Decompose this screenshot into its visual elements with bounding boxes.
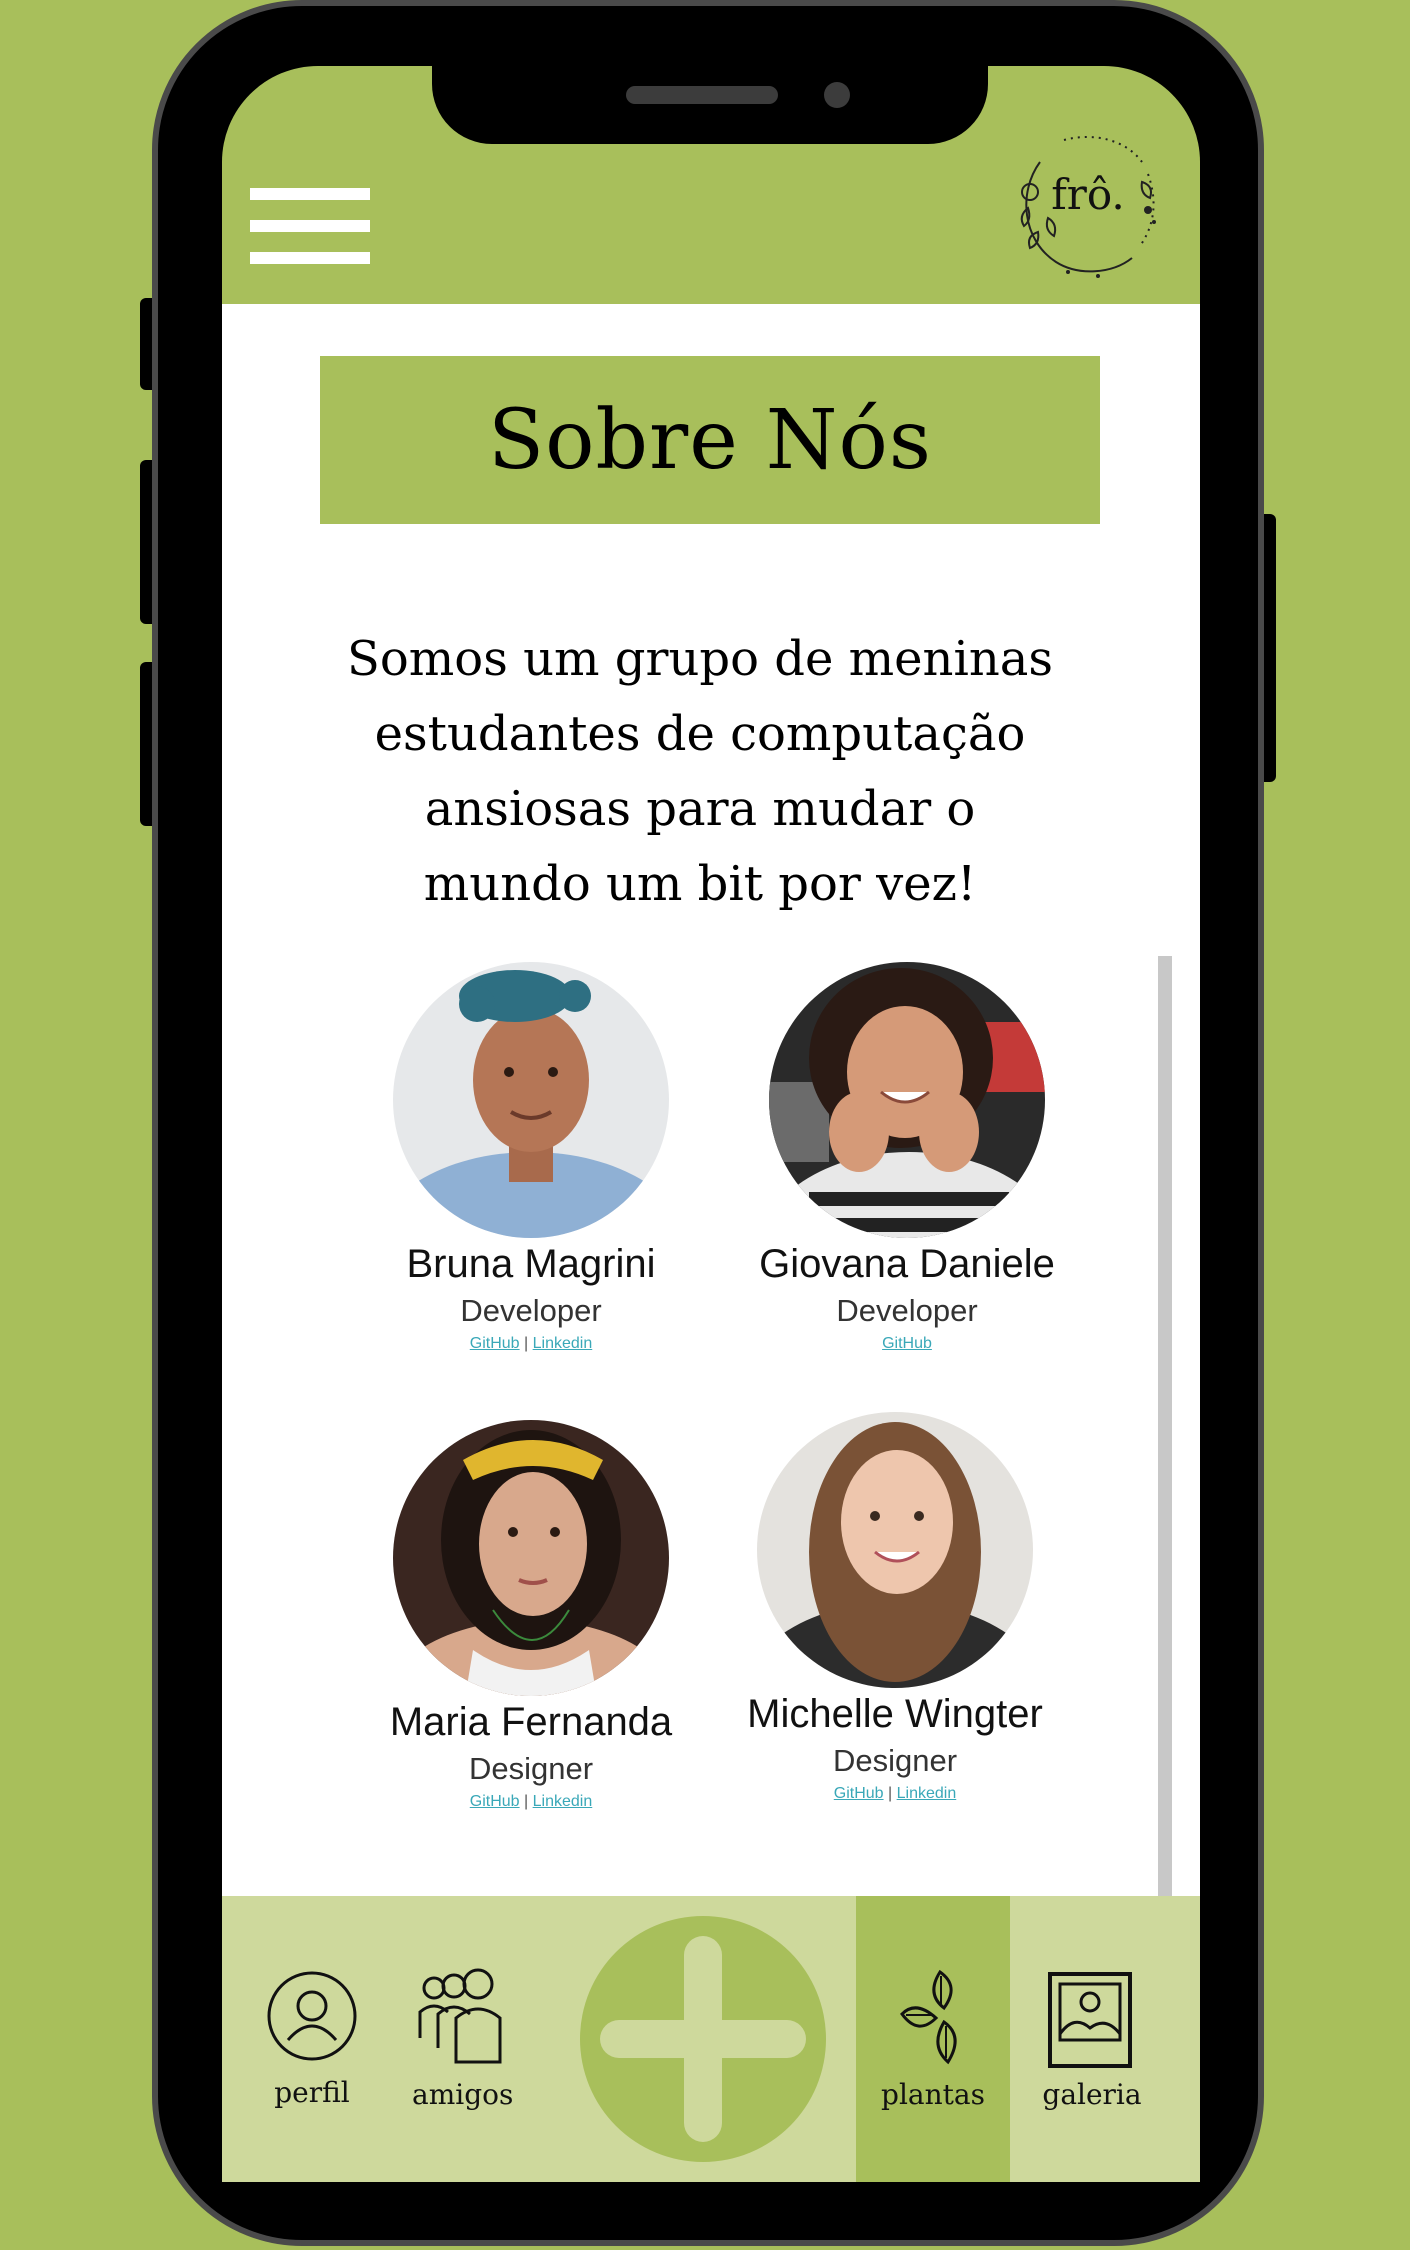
avatar bbox=[757, 1412, 1033, 1688]
linkedin-link[interactable]: Linkedin bbox=[533, 1793, 593, 1810]
member-role: Developer bbox=[836, 1293, 978, 1328]
intro-line: ansiosas para mudar o bbox=[424, 781, 976, 837]
link-separator: | bbox=[524, 1793, 529, 1810]
scrollbar[interactable] bbox=[1158, 956, 1172, 1920]
speaker-grille bbox=[626, 86, 778, 104]
phone-notch bbox=[432, 60, 988, 144]
member-name: Giovana Daniele bbox=[759, 1242, 1055, 1286]
member-links: GitHub | Linkedin bbox=[730, 1785, 1060, 1803]
member-name: Maria Fernanda bbox=[389, 1700, 673, 1744]
avatar bbox=[393, 962, 669, 1238]
tab-galeria[interactable]: galeria bbox=[1010, 1896, 1174, 2182]
member-role: Designer bbox=[468, 1751, 594, 1786]
fro-logo: frô. bbox=[1008, 122, 1168, 282]
member-name: Bruna Magrini bbox=[406, 1242, 656, 1286]
link-separator: | bbox=[524, 1335, 529, 1352]
tab-label: plantas bbox=[881, 2078, 985, 2111]
intro-line: Somos um grupo de meninas bbox=[347, 631, 1053, 687]
member-card: Bruna Magrini Developer GitHub | Linkedi… bbox=[366, 962, 696, 1353]
tab-plantas[interactable]: plantas bbox=[856, 1896, 1010, 2182]
bottom-tab-bar: perfil amigos plantas galeria bbox=[222, 1896, 1200, 2182]
user-profile-icon bbox=[267, 1971, 357, 2061]
avatar bbox=[393, 1420, 669, 1696]
app-screen: frô. Sobre Nós Somos um grupo de meninas… bbox=[222, 66, 1200, 2182]
linkedin-link[interactable]: Linkedin bbox=[533, 1335, 593, 1352]
intro-text: Somos um grupo de meninas estudantes de … bbox=[282, 622, 1118, 922]
friends-icon bbox=[418, 1968, 502, 2064]
member-links: GitHub | Linkedin bbox=[366, 1793, 696, 1811]
member-links: GitHub bbox=[742, 1335, 1072, 1353]
hamburger-menu-icon[interactable] bbox=[250, 188, 370, 268]
plant-leaves-icon bbox=[900, 1969, 957, 2065]
logo-text: frô. bbox=[1051, 170, 1125, 219]
member-role: Designer bbox=[832, 1743, 958, 1778]
github-link[interactable]: GitHub bbox=[882, 1335, 932, 1352]
tab-label: amigos bbox=[412, 2078, 514, 2111]
intro-line: estudantes de computação bbox=[374, 706, 1026, 762]
page-title: Sobre Nós bbox=[487, 392, 933, 488]
intro-line: mundo um bit por vez! bbox=[423, 856, 977, 912]
github-link[interactable]: GitHub bbox=[470, 1335, 520, 1352]
title-banner: Sobre Nós bbox=[320, 356, 1100, 524]
tab-label: perfil bbox=[274, 2076, 350, 2109]
tab-label: galeria bbox=[1042, 2078, 1142, 2111]
member-card: Michelle Wingter Designer GitHub | Linke… bbox=[730, 1412, 1060, 1803]
add-button[interactable] bbox=[580, 1916, 826, 2162]
github-link[interactable]: GitHub bbox=[470, 1793, 520, 1810]
github-link[interactable]: GitHub bbox=[834, 1785, 884, 1802]
tab-perfil[interactable]: perfil bbox=[262, 1896, 362, 2182]
camera-icon bbox=[824, 82, 850, 108]
about-content: Sobre Nós Somos um grupo de meninas estu… bbox=[222, 304, 1200, 1920]
member-card: Giovana Daniele Developer GitHub bbox=[742, 962, 1072, 1353]
member-name: Michelle Wingter bbox=[747, 1692, 1043, 1736]
gallery-icon bbox=[1048, 1972, 1132, 2068]
member-card: Maria Fernanda Designer GitHub | Linkedi… bbox=[366, 1420, 696, 1811]
tab-amigos[interactable]: amigos bbox=[412, 1896, 514, 2182]
linkedin-link[interactable]: Linkedin bbox=[897, 1785, 957, 1802]
plus-icon bbox=[600, 2020, 806, 2058]
link-separator: | bbox=[888, 1785, 893, 1802]
member-role: Developer bbox=[460, 1293, 602, 1328]
member-links: GitHub | Linkedin bbox=[366, 1335, 696, 1353]
avatar bbox=[769, 962, 1045, 1238]
